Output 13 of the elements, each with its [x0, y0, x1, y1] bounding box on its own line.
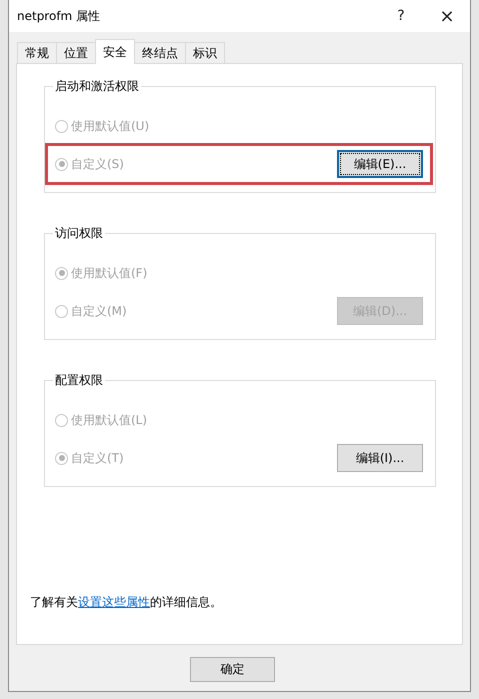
help-button[interactable]: ?	[378, 0, 424, 32]
close-button[interactable]: ×	[424, 0, 470, 32]
edit-button[interactable]: 编辑(I)...	[337, 444, 423, 472]
info-text: 了解有关设置这些属性的详细信息。	[30, 594, 223, 611]
group-title: 配置权限	[53, 372, 105, 389]
group-title: 访问权限	[53, 225, 105, 242]
ok-button[interactable]: 确定	[190, 657, 275, 682]
info-link[interactable]: 设置这些属性	[78, 595, 150, 609]
tab[interactable]: 标识	[185, 42, 225, 64]
tab[interactable]: 安全	[95, 39, 135, 64]
window-title: netprofm 属性	[17, 8, 102, 24]
group-title: 启动和激活权限	[53, 78, 141, 95]
tab[interactable]: 常规	[17, 42, 57, 64]
